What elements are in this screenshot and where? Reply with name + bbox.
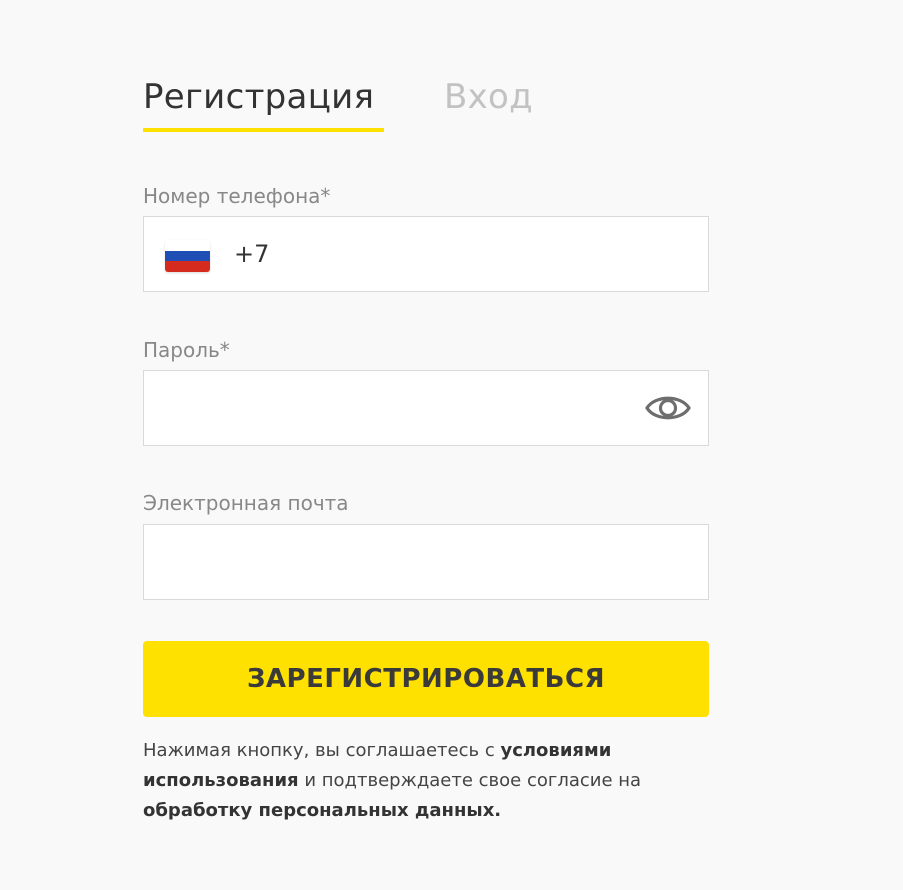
- tab-register[interactable]: Регистрация: [143, 74, 385, 132]
- russia-flag-icon[interactable]: [165, 240, 210, 272]
- auth-tabs: Регистрация Вход: [143, 74, 709, 136]
- terms-text: Нажимая кнопку, вы соглашаетесь с услови…: [143, 736, 709, 826]
- terms-prefix: Нажимая кнопку, вы соглашаетесь с: [143, 740, 495, 761]
- flag-stripe-red: [165, 261, 210, 272]
- flag-stripe-white: [165, 240, 210, 251]
- password-label: Пароль*: [143, 338, 230, 362]
- email-field[interactable]: [143, 524, 709, 600]
- tab-login[interactable]: Вход: [444, 74, 533, 120]
- password-field[interactable]: [143, 370, 709, 446]
- privacy-policy-link[interactable]: обработку персональных данных.: [143, 800, 501, 821]
- terms-middle: и подтверждаете свое согласие на: [304, 770, 642, 791]
- phone-label: Номер телефона*: [143, 184, 331, 208]
- phone-field[interactable]: [143, 216, 709, 292]
- eye-icon[interactable]: [645, 389, 691, 427]
- email-label: Электронная почта: [143, 491, 349, 515]
- phone-input[interactable]: [234, 217, 694, 291]
- register-button[interactable]: ЗАРЕГИСТРИРОВАТЬСЯ: [143, 641, 709, 717]
- password-input[interactable]: [164, 371, 624, 445]
- email-input[interactable]: [164, 525, 688, 599]
- flag-stripe-blue: [165, 250, 210, 262]
